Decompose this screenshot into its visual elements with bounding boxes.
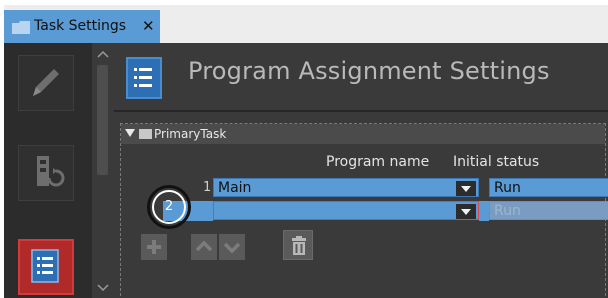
initial-status-value: Run xyxy=(494,203,521,219)
delete-icon xyxy=(292,236,306,255)
scroll-thumb[interactable] xyxy=(97,65,108,175)
screenshot-frame: Task Settings ✕ Program Assignment Setti… xyxy=(0,0,608,298)
page-title: Program Assignment Settings xyxy=(188,57,550,85)
table-row: 1 Main Run xyxy=(177,178,608,198)
initial-status-select[interactable]: Run xyxy=(489,178,608,197)
primarytask-section: PrimaryTask Program name Initial status … xyxy=(120,123,608,298)
pencil-button[interactable] xyxy=(18,55,74,111)
row-number: 2 xyxy=(164,199,174,214)
row-cell-gap xyxy=(479,201,489,221)
tab-title: Task Settings xyxy=(34,18,127,34)
move-down-button[interactable] xyxy=(219,234,245,260)
table-row: Run xyxy=(163,201,608,221)
header-divider xyxy=(114,110,608,112)
program-name-select[interactable]: Main xyxy=(213,178,479,197)
row-number: 1 xyxy=(203,180,212,195)
section-header[interactable]: PrimaryTask xyxy=(121,124,605,144)
program-assignment-icon xyxy=(31,249,59,283)
tab-task-settings[interactable]: Task Settings ✕ xyxy=(4,10,160,43)
tab-bar: Task Settings ✕ xyxy=(4,5,608,43)
chevron-down-icon[interactable] xyxy=(456,181,476,196)
add-button[interactable] xyxy=(141,234,167,260)
column-header-program-name: Program name xyxy=(326,154,430,170)
move-up-button[interactable] xyxy=(191,234,217,260)
folder-icon xyxy=(12,21,30,34)
task-settings-button[interactable] xyxy=(18,145,74,201)
callout-circle: 2 xyxy=(147,185,191,229)
add-icon xyxy=(147,240,161,254)
main-panel: Program Assignment Settings PrimaryTask … xyxy=(114,43,608,298)
delete-button[interactable] xyxy=(283,230,313,260)
program-name-select[interactable] xyxy=(213,201,479,220)
pencil-icon xyxy=(33,69,59,96)
scroll-down-icon[interactable] xyxy=(92,281,114,295)
program-assignment-button[interactable] xyxy=(18,239,74,295)
program-assignment-header-icon xyxy=(126,57,162,99)
section-label: PrimaryTask xyxy=(154,127,227,141)
task-settings-icon xyxy=(37,156,65,187)
task-settings-window: Task Settings ✕ Program Assignment Setti… xyxy=(4,5,608,298)
folder-icon xyxy=(139,129,152,139)
scroll-up-icon[interactable] xyxy=(92,47,114,61)
initial-status-value: Run xyxy=(494,180,521,196)
column-header-initial-status: Initial status xyxy=(453,154,540,170)
initial-status-select-disabled: Run xyxy=(489,201,608,220)
side-toolbar xyxy=(4,43,92,298)
collapse-triangle-icon[interactable] xyxy=(125,129,135,137)
program-name-value: Main xyxy=(218,180,252,196)
move-up-icon xyxy=(195,240,213,252)
move-down-icon xyxy=(223,242,241,254)
chevron-down-icon[interactable] xyxy=(456,204,476,219)
close-icon[interactable]: ✕ xyxy=(142,17,155,35)
side-scrollbar[interactable] xyxy=(92,43,114,298)
